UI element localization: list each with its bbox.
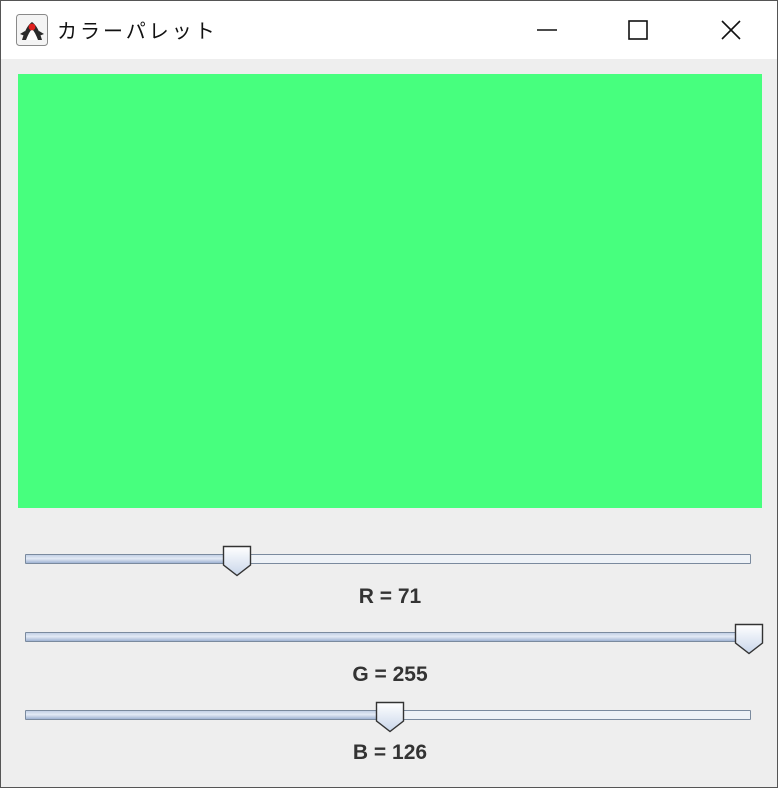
minimize-button[interactable] bbox=[501, 1, 593, 59]
close-button[interactable] bbox=[685, 1, 777, 59]
slider-b[interactable] bbox=[25, 701, 753, 733]
slider-r-track[interactable] bbox=[25, 554, 751, 564]
slider-g[interactable] bbox=[25, 623, 764, 655]
close-icon bbox=[721, 20, 741, 40]
slider-g-label: G = 255 bbox=[352, 663, 428, 686]
slider-g-thumb[interactable] bbox=[734, 623, 764, 655]
slider-r[interactable] bbox=[25, 545, 753, 577]
color-preview bbox=[18, 74, 762, 508]
slider-b-label: B = 126 bbox=[352, 741, 428, 764]
color-palette-window: カラーパレット R = 71 G = 255 B = 126 bbox=[0, 0, 778, 788]
minimize-icon bbox=[537, 29, 557, 31]
maximize-icon bbox=[628, 20, 648, 40]
maximize-button[interactable] bbox=[592, 1, 684, 59]
title-bar[interactable]: カラーパレット bbox=[1, 1, 777, 59]
slider-b-thumb[interactable] bbox=[375, 701, 405, 733]
java-duke-icon bbox=[16, 14, 48, 46]
slider-g-track[interactable] bbox=[25, 632, 751, 642]
slider-r-thumb[interactable] bbox=[222, 545, 252, 577]
window-title: カラーパレット bbox=[57, 19, 218, 43]
slider-r-label: R = 71 bbox=[358, 585, 422, 608]
